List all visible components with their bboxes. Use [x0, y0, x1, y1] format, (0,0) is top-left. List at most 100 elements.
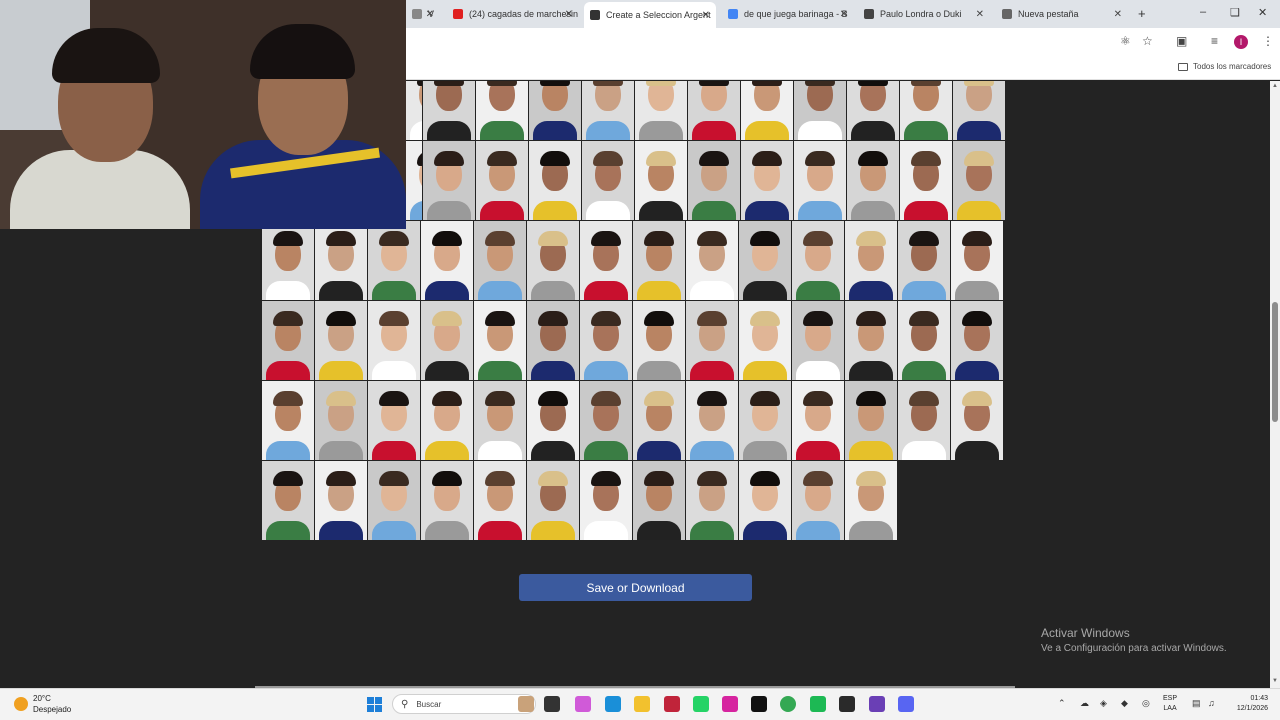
- player-photo[interactable]: [423, 141, 475, 220]
- profile-avatar[interactable]: I: [1234, 35, 1248, 49]
- player-photo[interactable]: [315, 381, 367, 460]
- whatsapp-icon[interactable]: [693, 696, 709, 712]
- player-photo[interactable]: [262, 381, 314, 460]
- task-view-icon[interactable]: [544, 696, 560, 712]
- chrome-icon[interactable]: [780, 696, 796, 712]
- player-photo[interactable]: [474, 221, 526, 300]
- cloud-icon[interactable]: ☁: [1080, 698, 1089, 709]
- player-photo[interactable]: [951, 381, 1003, 460]
- player-photo[interactable]: [262, 461, 314, 540]
- edge-icon[interactable]: [605, 696, 621, 712]
- player-photo[interactable]: [474, 461, 526, 540]
- player-photo[interactable]: [421, 381, 473, 460]
- player-photo[interactable]: [582, 141, 634, 220]
- save-download-button[interactable]: Save or Download: [519, 574, 752, 601]
- player-photo[interactable]: [739, 381, 791, 460]
- maximize-icon[interactable]: ❑: [1230, 6, 1240, 19]
- mic-icon[interactable]: ◎: [1142, 698, 1150, 709]
- scrollbar-thumb[interactable]: [1272, 302, 1278, 422]
- close-tab-icon[interactable]: ✕: [976, 9, 984, 20]
- player-photo[interactable]: [794, 81, 846, 140]
- browser-tab[interactable]: de que juega barinaga - B ✕: [722, 4, 854, 24]
- player-photo[interactable]: [474, 381, 526, 460]
- translate-icon[interactable]: ⚛: [1120, 34, 1131, 48]
- close-tab-icon[interactable]: ✕: [702, 10, 710, 21]
- player-photo[interactable]: [529, 141, 581, 220]
- browser-tab[interactable]: (24) cagadas de marchesin ✕: [447, 4, 579, 24]
- copilot-icon[interactable]: [575, 696, 591, 712]
- player-photo[interactable]: [847, 81, 899, 140]
- player-photo[interactable]: [792, 221, 844, 300]
- windows-start-icon[interactable]: [367, 697, 382, 712]
- player-photo[interactable]: [580, 221, 632, 300]
- weather-temperature[interactable]: 20°C: [33, 694, 51, 703]
- player-photo[interactable]: [633, 381, 685, 460]
- close-tab-icon[interactable]: ✕: [1114, 9, 1122, 20]
- player-photo[interactable]: [845, 461, 897, 540]
- player-photo[interactable]: [739, 221, 791, 300]
- player-photo[interactable]: [741, 141, 793, 220]
- player-photo[interactable]: [635, 81, 687, 140]
- player-photo[interactable]: [315, 461, 367, 540]
- widgets-icon[interactable]: [518, 696, 534, 712]
- player-photo[interactable]: [476, 141, 528, 220]
- player-photo[interactable]: [951, 221, 1003, 300]
- file-explorer-icon[interactable]: [634, 696, 650, 712]
- player-photo[interactable]: [898, 301, 950, 380]
- player-photo[interactable]: [792, 461, 844, 540]
- player-photo[interactable]: [951, 301, 1003, 380]
- player-photo[interactable]: [529, 81, 581, 140]
- player-photo[interactable]: [476, 81, 528, 140]
- player-photo[interactable]: [633, 461, 685, 540]
- player-photo[interactable]: [527, 221, 579, 300]
- player-photo[interactable]: [686, 301, 738, 380]
- close-window-icon[interactable]: ✕: [1258, 6, 1267, 19]
- browser-tab[interactable]: Nueva pestaña ✕: [996, 4, 1128, 24]
- player-photo[interactable]: [900, 141, 952, 220]
- player-photo[interactable]: [315, 221, 367, 300]
- weather-moon-icon[interactable]: [14, 697, 28, 711]
- tray-chevron-icon[interactable]: ⌃: [1058, 698, 1066, 709]
- capcut-icon[interactable]: [751, 696, 767, 712]
- player-photo[interactable]: [406, 81, 422, 140]
- player-photo[interactable]: [794, 141, 846, 220]
- player-photo[interactable]: [368, 221, 420, 300]
- network-share-icon[interactable]: ◈: [1100, 698, 1107, 709]
- player-photo[interactable]: [686, 381, 738, 460]
- player-photo[interactable]: [421, 221, 473, 300]
- player-photo[interactable]: [739, 461, 791, 540]
- player-photo[interactable]: [421, 461, 473, 540]
- player-photo[interactable]: [262, 301, 314, 380]
- discord-icon[interactable]: [898, 696, 914, 712]
- player-photo[interactable]: [633, 301, 685, 380]
- player-photo[interactable]: [406, 141, 422, 220]
- taskbar-search[interactable]: ⚲ Buscar: [392, 694, 536, 714]
- player-photo[interactable]: [527, 381, 579, 460]
- browser-tab[interactable]: V ✕: [406, 4, 440, 24]
- player-photo[interactable]: [688, 141, 740, 220]
- winrar-icon[interactable]: [664, 696, 680, 712]
- browser-tab[interactable]: Create a Seleccion Argent ✕: [584, 2, 716, 28]
- player-photo[interactable]: [847, 141, 899, 220]
- player-photo[interactable]: [739, 301, 791, 380]
- player-photo[interactable]: [315, 301, 367, 380]
- player-photo[interactable]: [845, 301, 897, 380]
- player-photo[interactable]: [421, 301, 473, 380]
- player-photo[interactable]: [953, 81, 1005, 140]
- volume-icon[interactable]: ♫: [1208, 698, 1215, 708]
- player-photo[interactable]: [792, 301, 844, 380]
- player-photo[interactable]: [635, 141, 687, 220]
- close-tab-icon[interactable]: ✕: [840, 9, 848, 20]
- close-tab-icon[interactable]: ✕: [426, 9, 434, 20]
- close-tab-icon[interactable]: ✕: [565, 9, 573, 20]
- player-photo[interactable]: [741, 81, 793, 140]
- player-photo[interactable]: [580, 381, 632, 460]
- scroll-up-icon[interactable]: ▲: [1272, 83, 1278, 89]
- language-indicator[interactable]: ESP LAA: [1163, 694, 1177, 714]
- player-photo[interactable]: [633, 221, 685, 300]
- player-photo[interactable]: [686, 221, 738, 300]
- player-photo[interactable]: [953, 141, 1005, 220]
- player-photo[interactable]: [845, 381, 897, 460]
- scroll-down-icon[interactable]: ▼: [1272, 678, 1278, 684]
- player-photo[interactable]: [898, 381, 950, 460]
